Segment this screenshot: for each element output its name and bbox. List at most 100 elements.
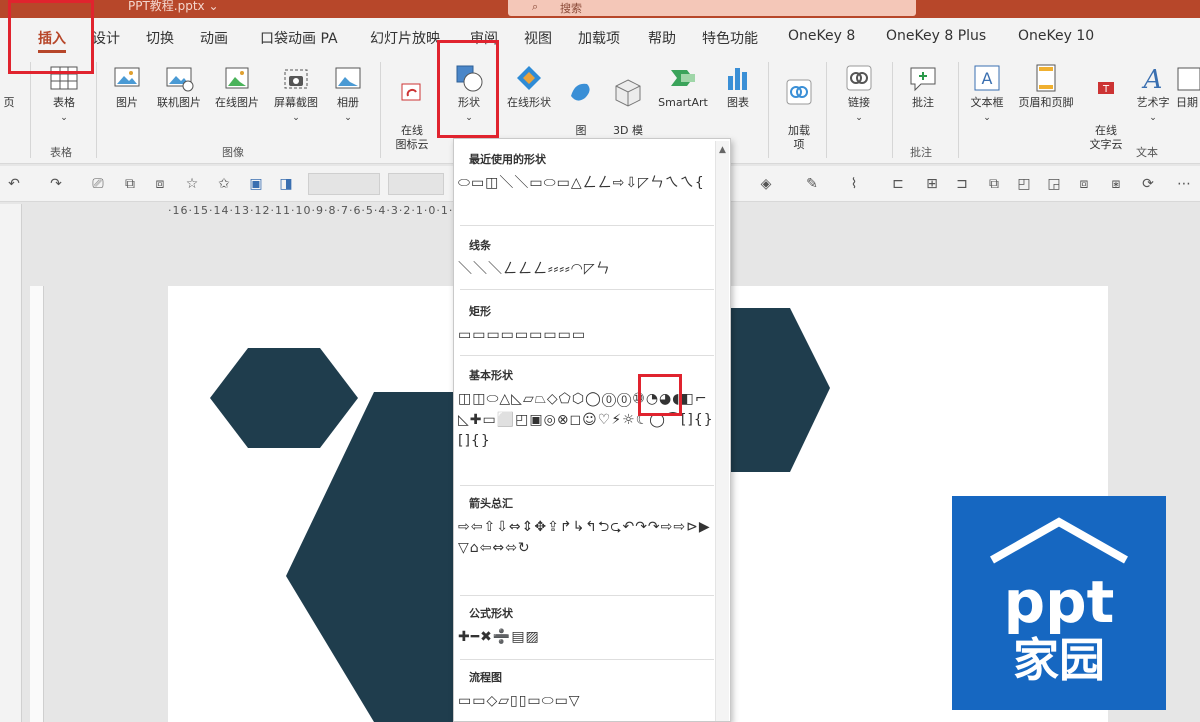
shape-outline-icon[interactable]: ✎ bbox=[804, 176, 820, 192]
screenshot-icon bbox=[284, 69, 308, 89]
section-equation-title: 公式形状 bbox=[469, 607, 513, 620]
new-slide-button[interactable]: 页 bbox=[0, 96, 18, 110]
ungroup-icon[interactable]: ⧆ bbox=[1108, 176, 1124, 192]
section-rectangles-shapes[interactable]: ▭▭▭▭▭▭▭▭▭ bbox=[458, 325, 716, 346]
link-icon bbox=[846, 65, 872, 91]
section-arrows-title: 箭头总汇 bbox=[469, 497, 513, 510]
bring-forward-icon[interactable]: ◰ bbox=[1016, 176, 1032, 192]
scroll-up-icon[interactable]: ▲ bbox=[716, 145, 729, 155]
picture-icon bbox=[114, 67, 140, 87]
chart-label: 图表 bbox=[727, 96, 749, 109]
tab-onekey8[interactable]: OneKey 8 bbox=[788, 28, 855, 44]
small-hexagon-shape bbox=[210, 348, 358, 448]
ppt-jiayuan-logo: ppt 家园 bbox=[952, 496, 1166, 710]
album-label: 相册 bbox=[337, 96, 359, 109]
tab-addins[interactable]: 加载项 bbox=[578, 28, 620, 48]
smartart-button[interactable]: SmartArt bbox=[652, 62, 714, 110]
picture-button[interactable]: 图片 bbox=[104, 62, 150, 110]
undo-icon[interactable]: ↶ bbox=[6, 176, 22, 192]
present-icon[interactable]: ⎚ bbox=[90, 176, 106, 192]
group-comments-label: 批注 bbox=[910, 146, 932, 159]
search-placeholder: 搜索 bbox=[560, 2, 582, 15]
tab-onekey8plus[interactable]: OneKey 8 Plus bbox=[886, 28, 986, 44]
textbox-icon: A bbox=[974, 65, 1000, 91]
tab-onekey10[interactable]: OneKey 10 bbox=[1018, 28, 1094, 44]
tab-design[interactable]: 设计 bbox=[92, 28, 120, 48]
wordart-label: 艺术字 bbox=[1136, 96, 1170, 109]
align-center-icon[interactable]: ⊞ bbox=[924, 176, 940, 192]
smartart-icon bbox=[671, 70, 695, 86]
album-button[interactable]: 相册 ⌄ bbox=[326, 62, 370, 125]
vertical-ruler bbox=[30, 286, 44, 722]
tab-slideshow[interactable]: 幻灯片放映 bbox=[370, 28, 440, 48]
align-left-icon[interactable]: ⊏ bbox=[890, 176, 906, 192]
font-size-select[interactable] bbox=[388, 173, 444, 195]
wordart-button[interactable]: A 艺术字 ⌄ bbox=[1130, 62, 1176, 125]
chart-button[interactable]: 图表 bbox=[718, 62, 758, 110]
online-text-cloud-button[interactable]: T 在线 文字云 bbox=[1082, 62, 1130, 152]
send-backward-icon[interactable]: ◲ bbox=[1046, 176, 1062, 192]
online-shapes-label: 在线形状 bbox=[507, 96, 551, 109]
screenshot-button[interactable]: 屏幕截图 ⌄ bbox=[266, 62, 326, 125]
cube-icon bbox=[615, 79, 641, 107]
search-box[interactable]: ⌕ 搜索 bbox=[508, 0, 916, 16]
text-cloud-icon: T bbox=[1098, 82, 1114, 95]
online-picture-label: 联机图片 bbox=[157, 96, 201, 109]
section-arrows-shapes[interactable]: ⇨⇦⇧⇩⇔⇕✥⇪↱↳↰⮌⮎↶↷↷⇨⇨⊳▶▽⌂⇦⇔⬄↻ bbox=[458, 517, 716, 559]
online-icon-cloud-button[interactable]: 在线 图标云 bbox=[388, 62, 436, 152]
album-icon bbox=[335, 67, 361, 89]
tab-animations[interactable]: 动画 bbox=[200, 28, 228, 48]
redo-icon[interactable]: ↷ bbox=[48, 176, 64, 192]
icons-icon bbox=[571, 83, 590, 101]
online-picture2-label: 在线图片 bbox=[215, 96, 259, 109]
section-lines-shapes[interactable]: ＼＼＼ㄥㄥㄥ⸗⸗⸗⸗◠◸ㄣ bbox=[458, 259, 716, 280]
shape-fill-icon[interactable]: ◈ bbox=[758, 176, 774, 192]
online-picture-button[interactable]: 联机图片 bbox=[150, 62, 208, 110]
tab-view[interactable]: 视图 bbox=[524, 28, 552, 48]
addins-button[interactable]: 加载 项 bbox=[778, 62, 820, 152]
star-outline-icon[interactable]: ✩ bbox=[216, 176, 232, 192]
align-right-icon[interactable]: ⊐ bbox=[954, 176, 970, 192]
text-color-icon[interactable]: ⌇ bbox=[846, 176, 862, 192]
link-button[interactable]: 链接 ⌄ bbox=[834, 62, 884, 125]
logo-art: ppt 家园 bbox=[990, 517, 1128, 687]
textbox-button[interactable]: A 文本框 ⌄ bbox=[962, 62, 1012, 125]
online-picture2-button[interactable]: 在线图片 bbox=[208, 62, 266, 110]
group-icon[interactable]: ⧉ bbox=[122, 176, 138, 192]
text-box-icon[interactable]: ▣ bbox=[248, 176, 264, 192]
distribute-icon[interactable]: ⧉ bbox=[986, 176, 1002, 192]
font-name-select[interactable] bbox=[308, 173, 380, 195]
gallery-scrollbar[interactable]: ▲ bbox=[715, 141, 729, 721]
rotate-icon[interactable]: ⟳ bbox=[1140, 176, 1156, 192]
section-rectangles-title: 矩形 bbox=[469, 305, 491, 318]
date-button[interactable]: 日期 bbox=[1174, 62, 1200, 110]
tab-features[interactable]: 特色功能 bbox=[702, 28, 758, 48]
document-name[interactable]: PPT教程.pptx ⌄ bbox=[128, 0, 219, 14]
more-icon[interactable]: ⋯ bbox=[1176, 176, 1192, 192]
star-icon[interactable]: ☆ bbox=[184, 176, 200, 192]
comment-button[interactable]: 批注 bbox=[900, 62, 946, 110]
online-picture-icon bbox=[166, 67, 194, 92]
shapes-gallery-dropdown[interactable]: ▲ 最近使用的形状 ⬭▭◫＼＼▭⬭▭△ㄥㄥ⇨⇩◸ㄣㄟㄟ{ 线条 ＼＼＼ㄥㄥㄥ⸗⸗… bbox=[453, 138, 731, 722]
arrange-icon[interactable]: ⧈ bbox=[152, 176, 168, 192]
textbox-label: 文本框 bbox=[970, 96, 1004, 109]
tab-transitions[interactable]: 切换 bbox=[146, 28, 174, 48]
vertical-text-icon[interactable]: ◨ bbox=[278, 176, 294, 192]
online-shapes-button[interactable]: 在线形状 bbox=[500, 62, 558, 110]
tab-help[interactable]: 帮助 bbox=[648, 28, 676, 48]
addins-icon bbox=[786, 79, 812, 105]
tab-pocket-animation[interactable]: 口袋动画 PA bbox=[260, 28, 338, 48]
section-recent-shapes[interactable]: ⬭▭◫＼＼▭⬭▭△ㄥㄥ⇨⇩◸ㄣㄟㄟ{ bbox=[458, 173, 716, 194]
header-footer-button[interactable]: 页眉和页脚 bbox=[1012, 62, 1080, 110]
group-objects-icon[interactable]: ⧈ bbox=[1076, 176, 1092, 192]
comment-label: 批注 bbox=[912, 96, 934, 109]
section-equation-shapes[interactable]: ✚━✖➗▤▨ bbox=[458, 627, 716, 648]
section-flowchart-title: 流程图 bbox=[469, 671, 502, 684]
smartart-label: SmartArt bbox=[658, 96, 708, 109]
group-tables-label: 表格 bbox=[50, 146, 72, 159]
link-label: 链接 bbox=[848, 96, 870, 109]
section-flowchart-shapes[interactable]: ▭▭◇▱▯▯▭⬭▭▽ bbox=[458, 691, 716, 712]
thumbnail-pane-edge[interactable] bbox=[0, 204, 22, 722]
chart-icon bbox=[728, 68, 747, 90]
title-bar: PPT教程.pptx ⌄ ⌕ 搜索 bbox=[0, 0, 1200, 18]
